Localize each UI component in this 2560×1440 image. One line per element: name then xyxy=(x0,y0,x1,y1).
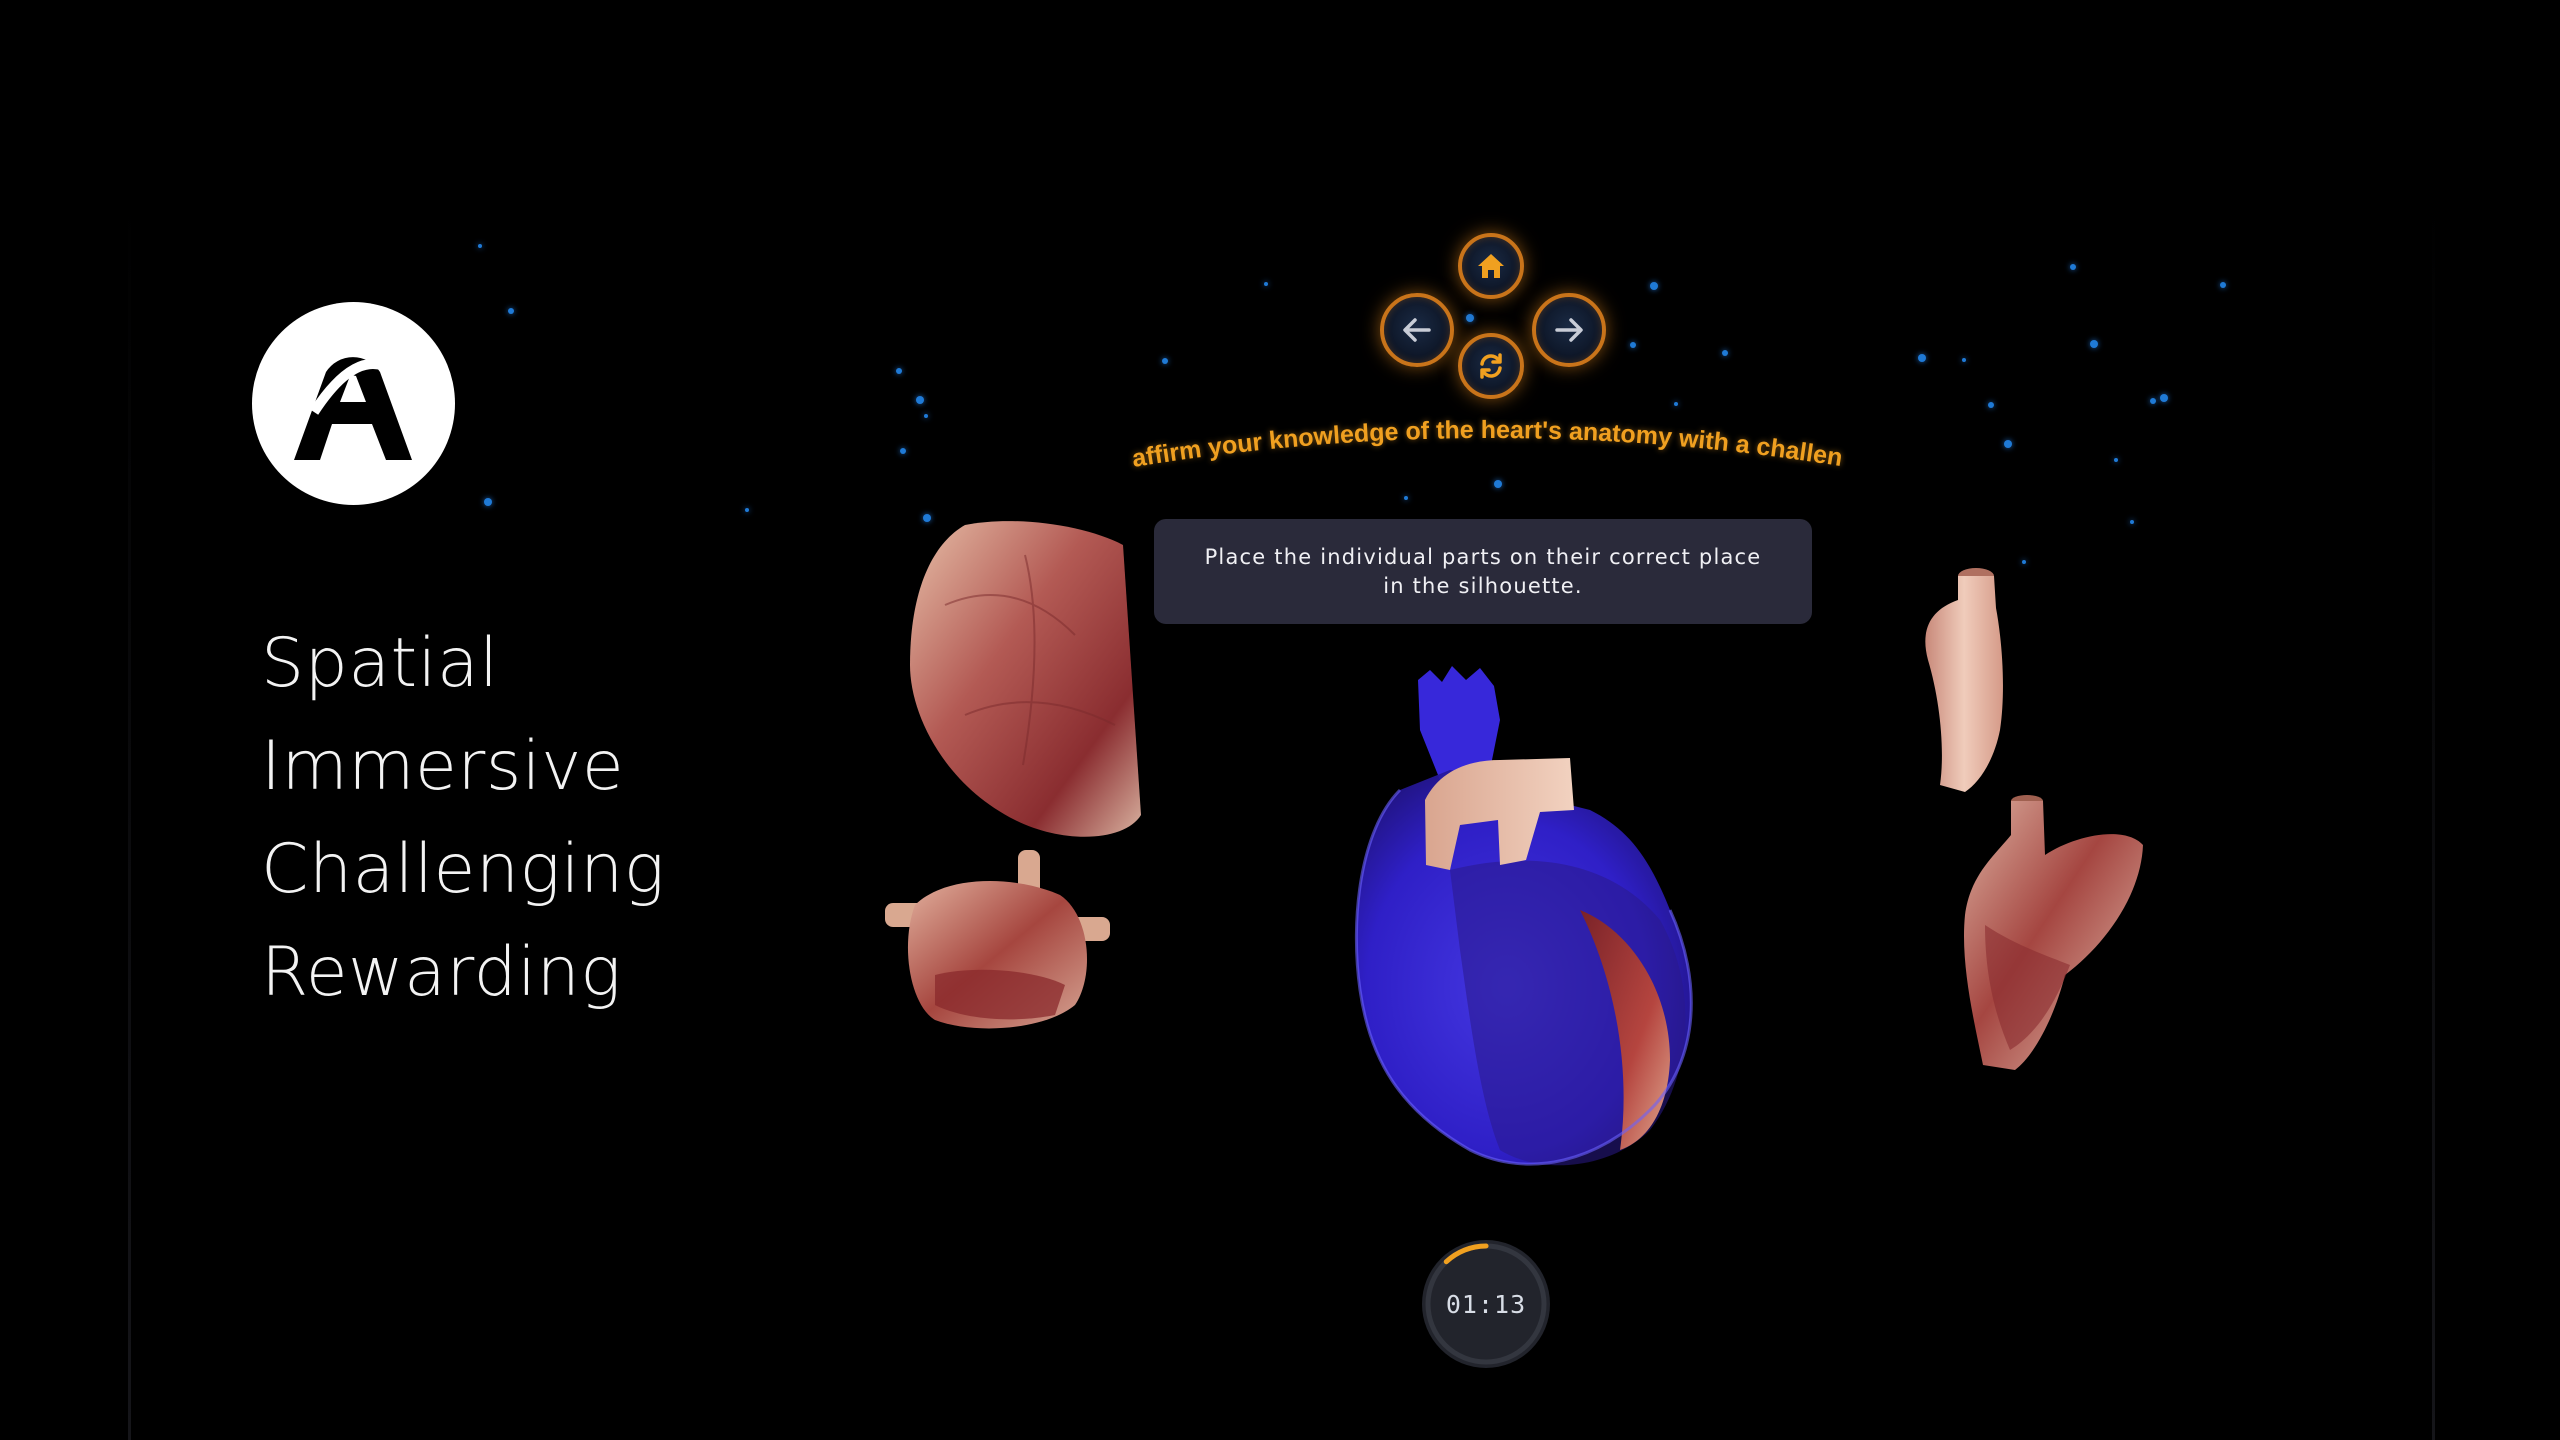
atria-piece[interactable] xyxy=(885,845,1110,1035)
particle xyxy=(1988,402,1994,408)
particle xyxy=(2220,282,2226,288)
reset-button[interactable] xyxy=(1458,333,1524,399)
heart-silhouette[interactable] xyxy=(1330,660,1700,1170)
tagline-spatial: Spatial xyxy=(261,624,499,703)
particle xyxy=(2022,560,2026,564)
forward-button[interactable] xyxy=(1532,293,1606,367)
particle xyxy=(1264,282,1268,286)
tagline: Spatial Immersive Challenging Rewarding xyxy=(261,612,665,1024)
tagline-challenging: Challenging xyxy=(261,830,666,909)
back-button[interactable] xyxy=(1380,293,1454,367)
left-panel-edge xyxy=(128,190,131,1440)
particle xyxy=(1962,358,1966,362)
right-side-piece[interactable] xyxy=(1955,795,2145,1075)
home-icon xyxy=(1478,254,1504,278)
arrow-right-icon xyxy=(1555,318,1583,342)
particle xyxy=(1466,314,1474,322)
refresh-icon xyxy=(1480,353,1502,379)
aortic-arch-piece[interactable] xyxy=(1910,560,2010,795)
particle xyxy=(1630,342,1636,348)
countdown-timer: 01:13 xyxy=(1422,1240,1550,1368)
particle xyxy=(1162,358,1168,364)
particle xyxy=(2130,520,2134,524)
challenge-headline: Reaffirm your knowledge of the heart's a… xyxy=(1120,400,1844,473)
particle xyxy=(1404,496,1408,500)
particle xyxy=(900,448,906,454)
particle xyxy=(2004,440,2012,448)
particle xyxy=(478,244,482,248)
timer-text: 01:13 xyxy=(1445,1289,1527,1319)
left-ventricle-piece[interactable] xyxy=(905,515,1145,845)
particle xyxy=(508,308,514,314)
tagline-immersive: Immersive xyxy=(261,727,625,806)
tagline-rewarding: Rewarding xyxy=(261,933,622,1012)
arrow-left-icon xyxy=(1403,318,1431,342)
particle xyxy=(2160,394,2168,402)
instruction-text: Place the individual parts on their corr… xyxy=(1204,544,1762,598)
particle xyxy=(484,498,492,506)
logo-a-icon xyxy=(294,357,412,460)
particle xyxy=(2114,458,2118,462)
instruction-card: Place the individual parts on their corr… xyxy=(1154,519,1812,624)
particle xyxy=(745,508,749,512)
particle xyxy=(1918,354,1926,362)
svg-text:Reaffirm your knowledge of the: Reaffirm your knowledge of the heart's a… xyxy=(1120,400,1844,473)
particle xyxy=(2150,398,2156,404)
particle xyxy=(2090,340,2098,348)
particle xyxy=(916,396,924,404)
right-panel-edge xyxy=(2432,190,2435,1440)
particle xyxy=(1722,350,1728,356)
brand-logo xyxy=(252,302,455,505)
particle xyxy=(924,414,928,418)
home-button[interactable] xyxy=(1458,233,1524,299)
particle xyxy=(1650,282,1658,290)
particle xyxy=(896,368,902,374)
particle xyxy=(2070,264,2076,270)
headline-text: Reaffirm your knowledge of the heart's a… xyxy=(1120,400,1844,473)
